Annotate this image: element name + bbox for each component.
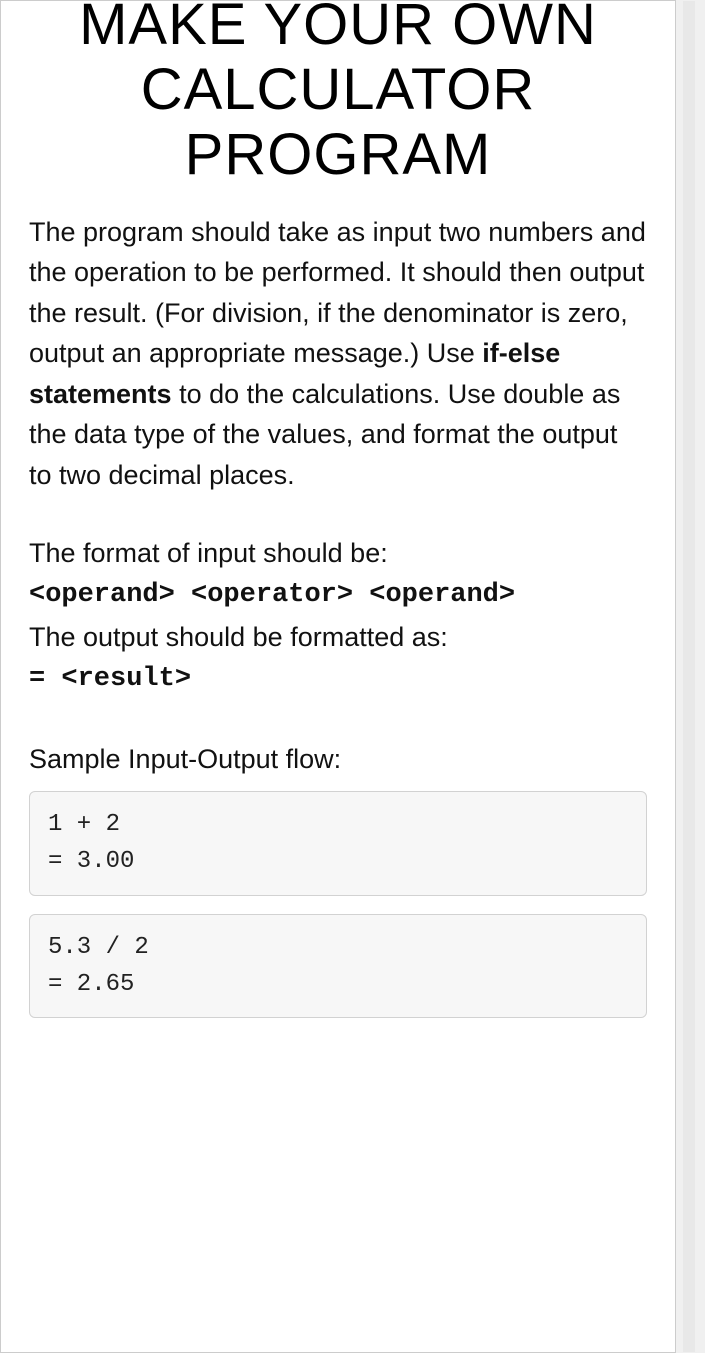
description-paragraph: The program should take as input two num… xyxy=(29,212,647,496)
sample-io-label: Sample Input-Output flow: xyxy=(29,739,647,780)
scrollbar[interactable] xyxy=(683,1,695,1352)
content-area: MAKE YOUR OWN CALCULATOR PROGRAM The pro… xyxy=(1,0,675,1056)
page-title: MAKE YOUR OWN CALCULATOR PROGRAM xyxy=(29,0,647,188)
input-format-value: <operand> <operator> <operand> xyxy=(29,575,647,617)
document-page: MAKE YOUR OWN CALCULATOR PROGRAM The pro… xyxy=(0,0,676,1353)
input-format-label: The format of input should be: xyxy=(29,533,647,575)
format-block: The format of input should be: <operand>… xyxy=(29,533,647,700)
output-format-label: The output should be formatted as: xyxy=(29,617,647,659)
sample-code-2: 5.3 / 2 = 2.65 xyxy=(29,914,647,1018)
sample-code-1: 1 + 2 = 3.00 xyxy=(29,791,647,895)
output-format-value: = <result> xyxy=(29,659,647,701)
